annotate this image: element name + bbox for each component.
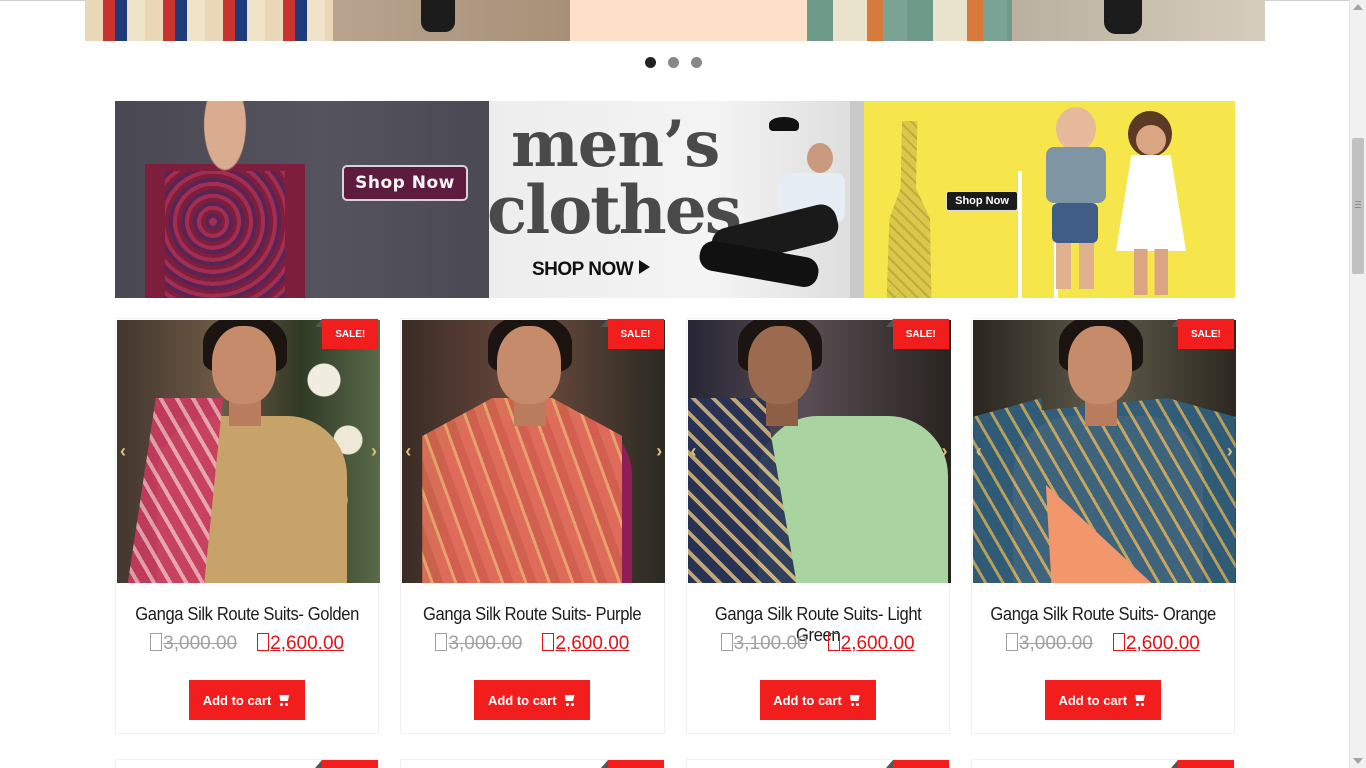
slide-image-print-fabric [85,0,333,41]
add-to-cart-button[interactable]: Add to cart [759,680,876,720]
product-card: SALE! ‹ › Ganga Silk Route Suits- Orange… [970,318,1236,734]
shopping-cart-icon [848,694,862,706]
currency-icon [257,633,270,651]
product-image[interactable]: ‹ › [402,320,666,583]
sale-badge: SALE! [1171,319,1234,349]
product-title[interactable]: Ganga Silk Route Suits- Golden [126,604,367,625]
chevron-left-icon[interactable]: ‹ [402,440,416,462]
currency-icon [542,633,555,651]
sale-price: 2,600.00 [257,633,344,654]
sale-price: 2,600.00 [542,633,629,654]
kids-banner[interactable]: Shop Now [864,101,1235,298]
product-image[interactable]: ‹ › [117,320,380,583]
currency-icon [720,633,733,651]
man-model-image [697,117,849,298]
product-card: SALE! ‹ › Ganga Silk Route Suits- Golden… [115,318,380,734]
shop-now-button[interactable]: Shop Now [342,165,468,201]
add-to-cart-button[interactable]: Add to cart [474,680,591,720]
product-image[interactable]: ‹ › [687,320,951,583]
sale-badge [600,760,664,768]
model-image [145,101,305,298]
sale-price: 2,600.00 [827,633,915,654]
mens-clothes-banner[interactable]: men’s clothes SHOP NOW [489,101,864,298]
product-title[interactable]: Ganga Silk Route Suits- Orange [982,604,1223,625]
product-card [685,759,950,768]
add-to-cart-button[interactable]: Add to cart [1044,680,1161,720]
chevron-left-icon[interactable]: ‹ [973,440,987,462]
giraffe-illustration [886,121,932,298]
product-card [400,759,665,768]
product-price: 3,100.00 2,600.00 [687,633,949,655]
chevron-right-icon[interactable]: › [1222,440,1236,462]
regular-price: 3,100.00 [720,633,808,654]
slide-image-print-fabric-2 [807,0,1012,41]
slider-dots [645,57,702,68]
product-card: SALE! ‹ › Ganga Silk Route Suits- Purple… [400,318,666,734]
shop-now-button[interactable]: Shop Now [946,191,1018,211]
slide-image-peach [570,0,807,41]
currency-icon [1112,633,1125,651]
product-grid: SALE! ‹ › Ganga Silk Route Suits- Golden… [115,318,1236,734]
banner-headline-mens: men’s [511,107,720,182]
slider-dot-1[interactable] [645,57,656,68]
product-image[interactable]: ‹ › [972,320,1236,583]
sale-badge [1171,760,1234,768]
promo-banners: Shop Now men’s clothes SHOP NOW Shop Now [115,101,1235,298]
shopping-cart-icon [277,694,291,706]
shop-now-link[interactable]: SHOP NOW [532,259,651,281]
scroll-up-arrow-icon[interactable] [1353,4,1363,10]
regular-price: 3,000.00 [150,633,237,654]
product-price: 3,000.00 2,600.00 [116,633,378,655]
sale-badge: SALE! [885,319,949,349]
currency-icon [827,633,840,651]
vertical-scrollbar[interactable] [1349,0,1366,768]
slider-dot-3[interactable] [691,57,702,68]
slide-image-sandals-1 [333,0,570,41]
scroll-down-arrow-icon[interactable] [1353,758,1363,764]
product-price: 3,000.00 2,600.00 [972,633,1234,655]
slider-dot-2[interactable] [668,57,679,68]
currency-icon [435,633,448,651]
product-price: 3,000.00 2,600.00 [401,633,663,655]
sale-badge [315,760,379,768]
sale-badge [885,760,949,768]
chevron-right-icon[interactable]: › [651,440,665,462]
regular-price: 3,000.00 [435,633,522,654]
regular-price: 3,000.00 [1005,633,1093,654]
product-card [970,759,1235,768]
kid-girl-image [1116,111,1188,295]
product-card: SALE! ‹ › Ganga Silk Route Suits- Light … [685,318,951,734]
sale-price: 2,600.00 [1112,633,1200,654]
play-arrow-icon [639,260,651,274]
chevron-right-icon[interactable]: › [937,440,951,462]
slide-image-sandals-2 [1012,0,1265,41]
shop-now-label: SHOP NOW [532,259,634,280]
sale-badge: SALE! [600,319,664,349]
banner-headline-clothes: clothes [489,171,742,249]
add-to-cart-button[interactable]: Add to cart [189,680,305,720]
currency-icon [1005,633,1018,651]
hero-slider[interactable] [85,0,1265,41]
shopping-cart-icon [1133,694,1147,706]
women-ethnic-banner[interactable]: Shop Now [115,101,489,298]
scroll-thumb[interactable] [1352,138,1364,274]
product-card [115,759,380,768]
chevron-left-icon[interactable]: ‹ [117,440,131,462]
sale-badge: SALE! [315,319,379,349]
product-grid-next-row [115,759,1235,768]
kid-boy-image [1042,107,1112,295]
chevron-left-icon[interactable]: ‹ [688,440,702,462]
currency-icon [150,633,163,651]
chevron-right-icon[interactable]: › [366,440,380,462]
shopping-cart-icon [563,694,577,706]
product-title[interactable]: Ganga Silk Route Suits- Purple [412,604,653,625]
